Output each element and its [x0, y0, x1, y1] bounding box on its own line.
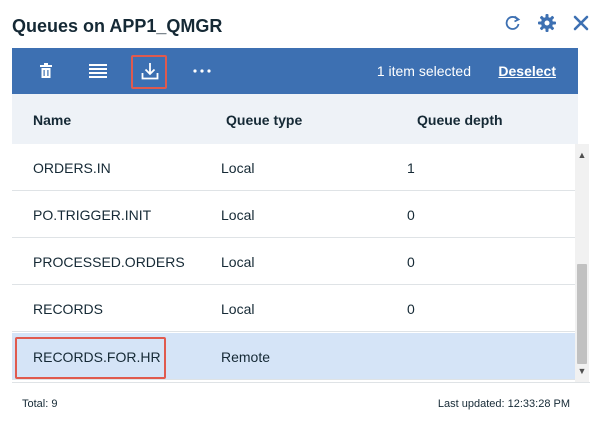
table-footer: Total: 9 Last updated: 12:33:28 PM: [12, 382, 590, 425]
scrollbar-thumb[interactable]: [577, 264, 587, 364]
scroll-up-icon[interactable]: ▲: [575, 148, 589, 162]
download-button-highlight: [131, 55, 167, 89]
queue-name: RECORDS: [33, 301, 104, 317]
table-row[interactable]: ORDERS.IN Local 1: [12, 144, 575, 191]
header-actions: [502, 12, 592, 34]
table-row[interactable]: PROCESSED.ORDERS Local 0: [12, 238, 575, 285]
queue-name: ORDERS.IN: [33, 160, 111, 176]
more-icon[interactable]: [184, 48, 220, 94]
queue-depth: 0: [407, 301, 415, 317]
trash-icon[interactable]: [28, 48, 64, 94]
column-header-name[interactable]: Name: [33, 112, 71, 128]
last-updated: Last updated: 12:33:28 PM: [437, 398, 570, 410]
queue-type: Remote: [221, 349, 271, 365]
selection-count: 1 item selected: [376, 63, 471, 79]
queue-depth: 1: [407, 160, 415, 176]
batch-action-toolbar: 1 item selected Deselect: [12, 48, 578, 94]
queue-type: Local: [221, 207, 255, 223]
close-icon[interactable]: [570, 12, 592, 34]
queue-depth: 0: [407, 207, 415, 223]
queues-widget: Queues on APP1_QMGR 1 item selected Dese…: [0, 0, 600, 428]
table-row[interactable]: PO.TRIGGER.INIT Local 0: [12, 191, 575, 238]
deselect-link[interactable]: Deselect: [498, 63, 556, 79]
column-header-queue-type[interactable]: Queue type: [226, 112, 302, 128]
list-icon[interactable]: [80, 48, 116, 94]
selected-name-highlight: [15, 337, 166, 379]
table-header: Name Queue type Queue depth: [12, 94, 578, 144]
queue-name: PO.TRIGGER.INIT: [33, 207, 152, 223]
table-row[interactable]: RECORDS Local 0: [12, 285, 575, 332]
queue-type: Local: [221, 160, 255, 176]
queue-name: PROCESSED.ORDERS: [33, 254, 185, 270]
scroll-down-icon[interactable]: ▼: [575, 364, 589, 378]
queue-type: Local: [221, 301, 255, 317]
column-header-queue-depth[interactable]: Queue depth: [417, 112, 503, 128]
table-scrollbar[interactable]: ▲ ▼: [575, 144, 589, 382]
refresh-icon[interactable]: [502, 12, 524, 34]
gear-icon[interactable]: [536, 12, 558, 34]
queue-type: Local: [221, 254, 255, 270]
queue-depth: 0: [407, 254, 415, 270]
widget-title: Queues on APP1_QMGR: [12, 16, 223, 36]
widget-header: Queues on APP1_QMGR: [0, 0, 600, 50]
total-count: Total: 9: [22, 398, 58, 410]
